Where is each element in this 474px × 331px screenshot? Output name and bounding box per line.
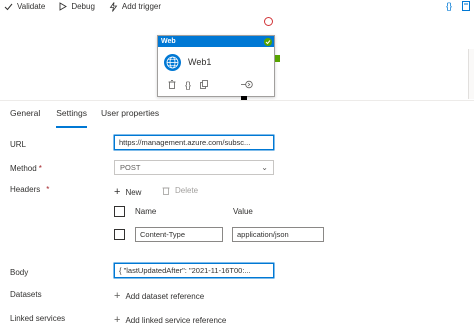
method-value: POST: [120, 163, 141, 172]
add-trigger-button[interactable]: Add trigger: [109, 0, 161, 13]
method-label: Method *: [10, 164, 42, 173]
name-column-header: Name: [135, 207, 157, 216]
code-view-icon[interactable]: {}: [446, 1, 452, 11]
validate-button[interactable]: Validate: [4, 0, 45, 13]
lightning-icon: [109, 1, 118, 12]
globe-icon: [164, 53, 181, 71]
add-dataset-label: Add dataset reference: [125, 291, 205, 301]
add-output-icon[interactable]: [241, 80, 253, 91]
activity-name: Web1: [188, 57, 212, 67]
url-label: URL: [10, 140, 27, 149]
method-label-text: Method: [10, 164, 37, 173]
body-input[interactable]: { "lastUpdatedAfter": "2021-11-16T00:...: [114, 263, 274, 278]
canvas-scrollbar[interactable]: [468, 49, 474, 99]
method-select[interactable]: POST ⌄: [114, 160, 274, 175]
play-icon: [59, 2, 68, 11]
tab-general[interactable]: General: [10, 101, 40, 128]
copy-icon[interactable]: [200, 79, 208, 91]
success-connector[interactable]: [275, 55, 280, 62]
plus-icon: +: [114, 314, 121, 326]
tab-settings[interactable]: Settings: [56, 101, 87, 128]
body-label: Body: [10, 268, 29, 277]
pipeline-canvas[interactable]: Web Web1 {}: [0, 13, 474, 100]
linked-services-label: Linked services: [10, 314, 66, 323]
activity-header: Web: [158, 36, 274, 47]
debug-button[interactable]: Debug: [59, 0, 95, 13]
trash-icon: [162, 187, 170, 195]
plus-icon: +: [114, 290, 121, 302]
header-value-input[interactable]: application/json: [232, 227, 324, 242]
delete-icon[interactable]: [168, 79, 176, 91]
headers-label-text: Headers: [10, 185, 41, 194]
web-activity-node[interactable]: Web Web1 {}: [157, 35, 275, 97]
add-linked-service-label: Add linked service reference: [125, 315, 227, 325]
tab-user-properties[interactable]: User properties: [101, 101, 159, 128]
select-all-checkbox[interactable]: [114, 206, 125, 217]
add-linked-service-button[interactable]: + Add linked service reference: [114, 314, 226, 326]
add-trigger-label: Add trigger: [121, 2, 162, 11]
new-header-button[interactable]: + New: [114, 186, 141, 198]
plus-icon: +: [114, 186, 121, 198]
properties-tabs: General Settings User properties: [0, 100, 474, 128]
success-check-icon: [264, 37, 272, 46]
required-marker: *: [46, 185, 50, 194]
required-marker: *: [38, 164, 42, 173]
add-dataset-button[interactable]: + Add dataset reference: [114, 290, 204, 302]
datasets-label: Datasets: [10, 290, 42, 299]
activity-type-label: Web: [161, 38, 176, 45]
checkmark-icon: [4, 3, 13, 10]
failure-connector[interactable]: [264, 17, 273, 26]
header-name-input[interactable]: Content-Type: [135, 227, 223, 242]
chevron-down-icon: ⌄: [261, 163, 268, 172]
new-label: New: [125, 187, 142, 197]
value-column-header: Value: [233, 207, 253, 216]
delete-label: Delete: [175, 186, 199, 195]
properties-icon[interactable]: [462, 1, 470, 11]
header-row-checkbox[interactable]: [114, 229, 125, 240]
delete-header-button[interactable]: Delete: [162, 186, 198, 195]
url-input[interactable]: https://management.azure.com/subsc...: [114, 135, 274, 150]
validate-label: Validate: [17, 2, 46, 11]
debug-label: Debug: [71, 2, 95, 11]
toolbar: Validate Debug Add trigger {}: [0, 0, 474, 13]
code-icon[interactable]: {}: [185, 80, 191, 90]
headers-label: Headers *: [10, 185, 49, 194]
